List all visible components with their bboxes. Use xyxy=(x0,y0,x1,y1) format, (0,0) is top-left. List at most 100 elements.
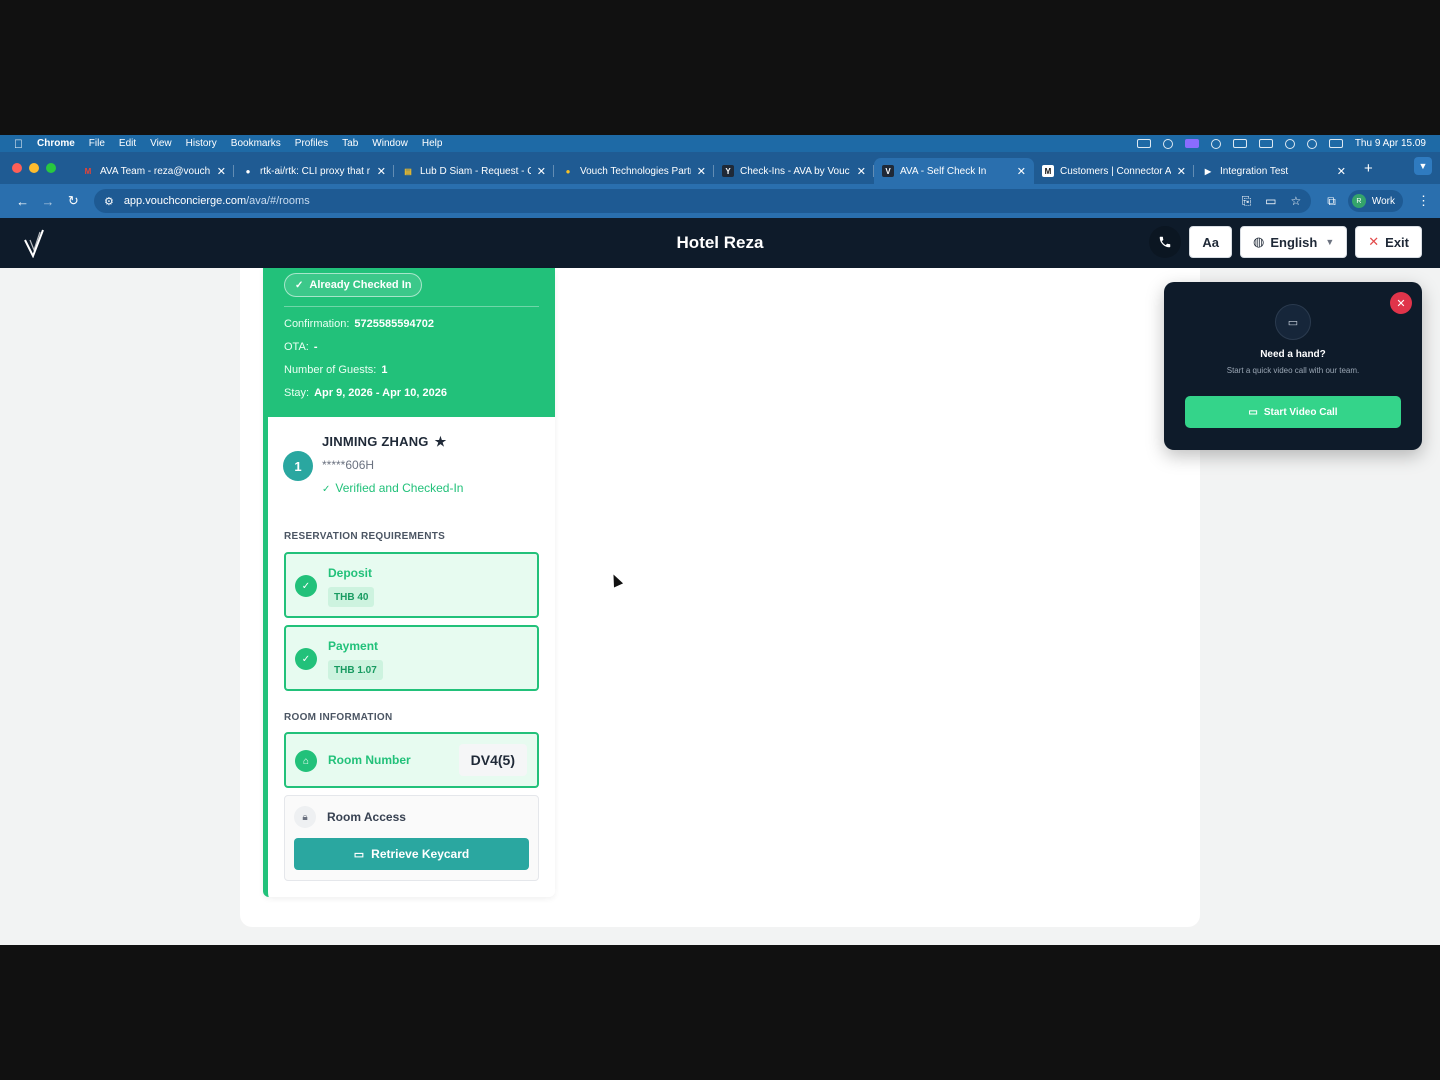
control-center-icon[interactable] xyxy=(1328,139,1343,148)
tab-title: Vouch Technologies Partn xyxy=(580,165,691,177)
call-button[interactable] xyxy=(1149,226,1182,258)
close-tab-icon[interactable]: ✕ xyxy=(217,165,226,178)
room-access-label: Room Access xyxy=(327,810,406,824)
ota-value: - xyxy=(313,341,318,353)
tab-title: Check-Ins - AVA by Vouc xyxy=(740,165,850,177)
retrieve-keycard-button[interactable]: ▭ Retrieve Keycard xyxy=(294,838,529,870)
vouch-logo-icon[interactable] xyxy=(22,228,46,258)
tab-gmail[interactable]: M AVA Team - reza@vouch ✕ xyxy=(74,158,234,184)
ota-row: OTA: - xyxy=(284,341,318,353)
profile-button[interactable]: R Work xyxy=(1347,190,1404,212)
close-tab-icon[interactable]: ✕ xyxy=(1337,165,1346,178)
video-camera-icon: ▭ xyxy=(1248,406,1258,418)
tab-search-chevron-icon[interactable]: ▼ xyxy=(1414,157,1432,175)
tab-title: Customers | Connector A xyxy=(1060,165,1171,177)
menu-app-name[interactable]: Chrome xyxy=(37,138,75,149)
browser-tab-bar: M AVA Team - reza@vouch ✕ ● rtk-ai/rtk: CLI… xyxy=(0,152,1440,184)
close-popup-button[interactable]: ✕ xyxy=(1390,292,1412,314)
room-access-card: 🔒︎ Room Access ▭ Retrieve Keycard xyxy=(284,795,539,881)
tab-vouch-partners[interactable]: ● Vouch Technologies Partn ✕ xyxy=(554,158,714,184)
tab-check-ins[interactable]: Y Check-Ins - AVA by Vouc ✕ xyxy=(714,158,874,184)
menu-help[interactable]: Help xyxy=(422,138,443,149)
menu-file[interactable]: File xyxy=(89,138,105,149)
menu-window[interactable]: Window xyxy=(372,138,408,149)
github-favicon-icon: ● xyxy=(245,166,251,176)
headphones-icon[interactable] xyxy=(1162,138,1173,149)
requirement-label: Payment xyxy=(328,639,379,653)
confirmation-row: Confirmation: 5725585594702 xyxy=(284,318,434,330)
back-icon[interactable]: ← xyxy=(10,194,35,209)
zoom-window-icon[interactable] xyxy=(46,163,56,173)
close-tab-icon[interactable]: ✕ xyxy=(857,165,866,178)
close-tab-icon[interactable]: ✕ xyxy=(697,165,706,178)
exit-button[interactable]: ✕ Exit xyxy=(1355,226,1422,258)
status-badge: ✓ Already Checked In xyxy=(284,273,423,297)
minimize-window-icon[interactable] xyxy=(29,163,39,173)
address-bar-row: ← → ↻ ⚙ app.vouchconcierge.com/ava/#/roo… xyxy=(0,184,1440,218)
apple-icon[interactable]:  xyxy=(14,137,23,151)
screen-mirror-icon[interactable] xyxy=(1184,139,1199,148)
tab-title: Integration Test xyxy=(1220,165,1289,177)
close-tab-icon[interactable]: ✕ xyxy=(377,165,386,178)
reload-icon[interactable]: ↻ xyxy=(61,193,86,209)
exit-label: Exit xyxy=(1385,234,1409,250)
guest-verification-label: Verified and Checked-In xyxy=(335,481,464,495)
status-badge-label: Already Checked In xyxy=(309,279,412,291)
chrome-menu-icon[interactable]: ⋮ xyxy=(1417,193,1430,209)
menu-view[interactable]: View xyxy=(150,138,172,149)
forward-icon[interactable]: → xyxy=(35,194,60,209)
menu-edit[interactable]: Edit xyxy=(119,138,136,149)
star-icon: ★ xyxy=(434,434,447,449)
tab-github[interactable]: ● rtk-ai/rtk: CLI proxy that r ✕ xyxy=(234,158,394,184)
tab-integration-test[interactable]: ▶ Integration Test ✕ xyxy=(1194,158,1354,184)
stay-label: Stay: xyxy=(284,387,310,399)
tab-sheets[interactable]: ▤ Lub D Siam - Request - G ✕ xyxy=(394,158,554,184)
video-camera-icon: ▭ xyxy=(1275,304,1311,340)
stay-row: Stay: Apr 9, 2026 - Apr 10, 2026 xyxy=(284,387,447,399)
url-text: app.vouchconcierge.com/ava/#/rooms xyxy=(124,195,310,207)
wifi-icon[interactable] xyxy=(1284,138,1295,149)
room-number-card: ⌂ Room Number DV4(5) xyxy=(284,732,539,788)
tab-customers-connector[interactable]: M Customers | Connector A ✕ xyxy=(1034,158,1194,184)
start-video-call-button[interactable]: ▭ Start Video Call xyxy=(1185,396,1401,428)
new-tab-icon[interactable]: + xyxy=(1364,160,1373,177)
url-path: /ava/#/rooms xyxy=(246,195,310,207)
menu-history[interactable]: History xyxy=(186,138,217,149)
bluetooth-icon[interactable] xyxy=(1232,139,1247,148)
menu-bookmarks[interactable]: Bookmarks xyxy=(231,138,281,149)
requirement-amount: THB 1.07 xyxy=(328,660,383,680)
mac-menubar:  Chrome File Edit View History Bookmark… xyxy=(0,135,1440,152)
url-bar[interactable]: ⚙ app.vouchconcierge.com/ava/#/rooms ⎘ ▭… xyxy=(93,189,1312,213)
profile-avatar: R xyxy=(1351,194,1366,208)
menubar-clock[interactable]: Thu 9 Apr 15.09 xyxy=(1355,138,1426,149)
site-info-icon[interactable]: ⚙ xyxy=(104,195,114,208)
dropbox-icon[interactable] xyxy=(1136,139,1151,148)
language-select[interactable]: ◍ English ▼ xyxy=(1240,226,1348,258)
video-call-popup: ✕ ▭ Need a hand? Start a quick video cal… xyxy=(1164,282,1422,450)
header-actions: Aa ◍ English ▼ ✕ Exit xyxy=(1149,226,1422,258)
close-tab-icon[interactable]: ✕ xyxy=(537,165,546,178)
extensions-icon[interactable]: ⧉ xyxy=(1327,194,1336,209)
guests-label: Number of Guests: xyxy=(284,364,377,376)
bookmark-star-icon[interactable]: ☆ xyxy=(1291,194,1302,209)
close-window-icon[interactable] xyxy=(12,163,22,173)
menu-tab[interactable]: Tab xyxy=(342,138,358,149)
gmail-favicon-icon: M xyxy=(84,166,92,176)
vouch-favicon-icon: V xyxy=(882,165,894,177)
menu-profiles[interactable]: Profiles xyxy=(295,138,328,149)
close-tab-icon[interactable]: ✕ xyxy=(1177,165,1186,178)
tab-self-check-in[interactable]: V AVA - Self Check In ✕ xyxy=(874,158,1034,184)
cast-icon[interactable]: ▭ xyxy=(1265,194,1276,209)
room-number-value: DV4(5) xyxy=(458,744,527,776)
home-icon: ⌂ xyxy=(295,750,317,772)
translate-icon[interactable]: ⎘ xyxy=(1242,194,1252,209)
close-tab-icon[interactable]: ✕ xyxy=(1017,165,1026,178)
guests-row: Number of Guests: 1 xyxy=(284,364,387,376)
battery-icon[interactable] xyxy=(1258,139,1273,148)
font-size-button[interactable]: Aa xyxy=(1189,226,1233,258)
guest-verification: ✓ Verified and Checked-In xyxy=(322,481,463,495)
screen:  Chrome File Edit View History Bookmark… xyxy=(0,135,1440,945)
weather-icon[interactable] xyxy=(1210,138,1221,149)
tab-title: AVA - Self Check In xyxy=(900,165,987,177)
spotlight-search-icon[interactable] xyxy=(1306,138,1317,149)
